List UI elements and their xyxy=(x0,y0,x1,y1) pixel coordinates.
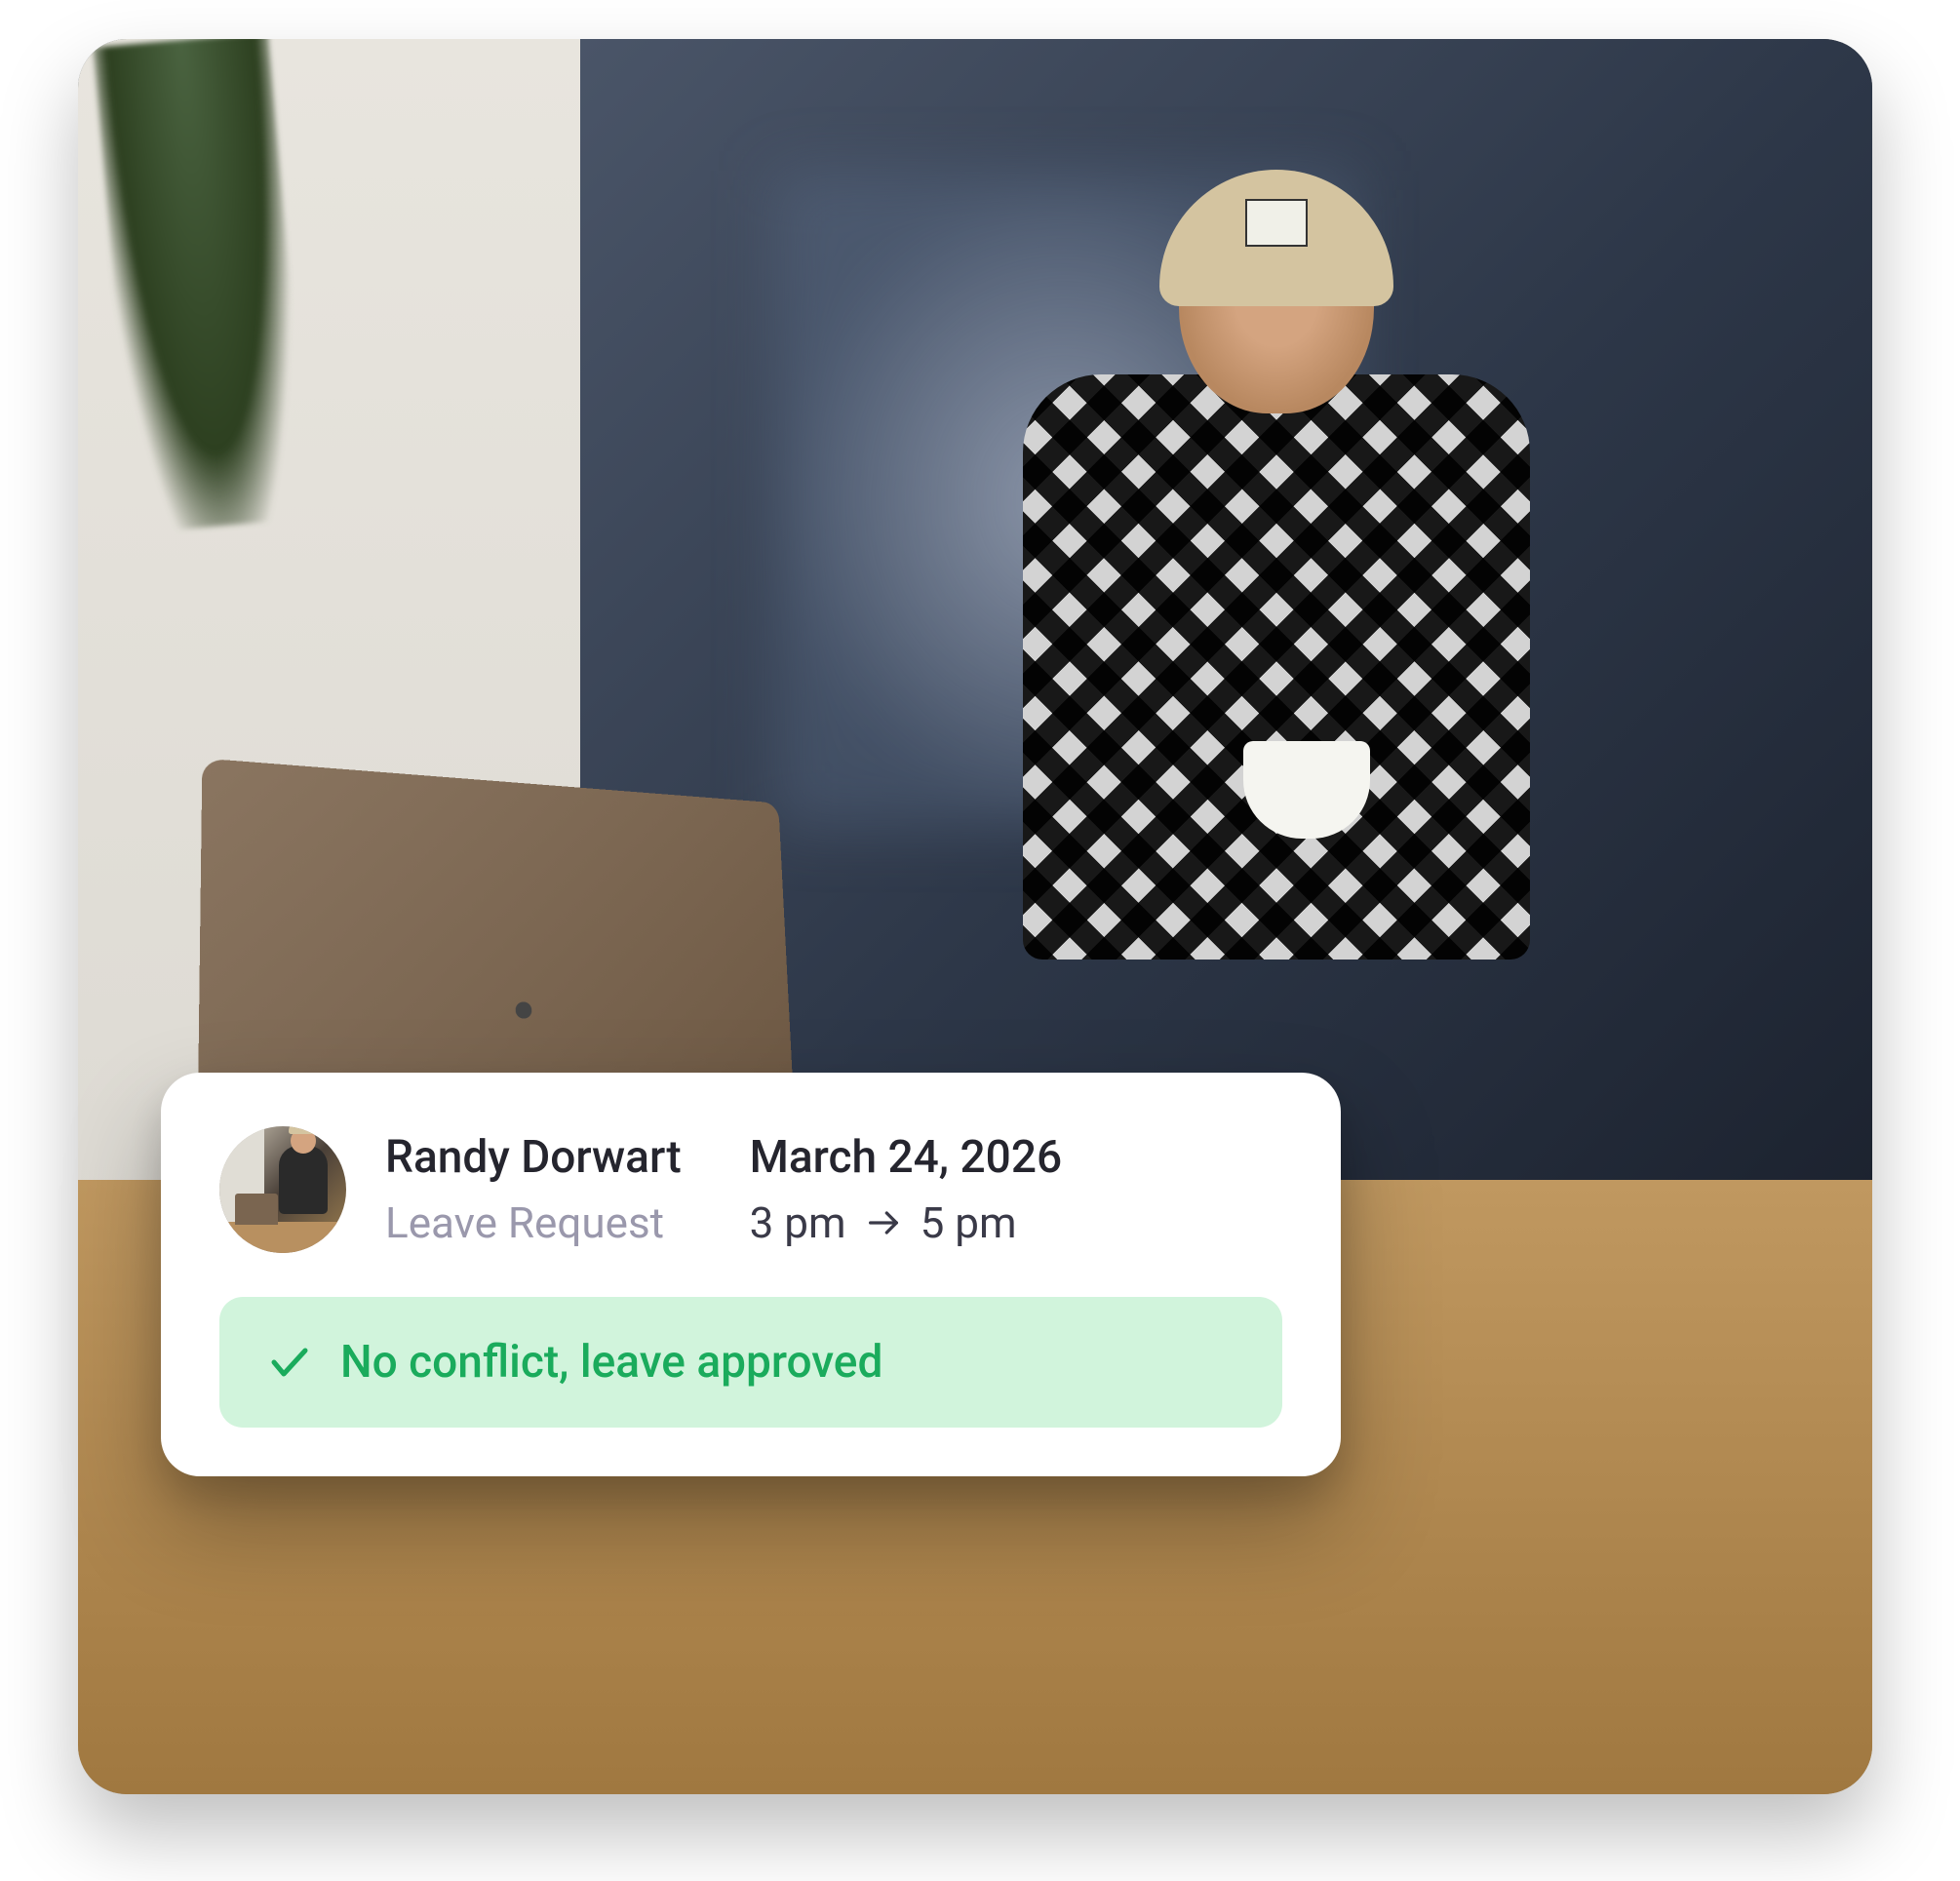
time-end: 5 pm xyxy=(921,1197,1017,1248)
status-text: No conflict, leave approved xyxy=(340,1336,882,1389)
arrow-right-icon xyxy=(864,1203,903,1242)
time-range: 3 pm 5 pm xyxy=(750,1197,1062,1248)
time-start: 3 pm xyxy=(750,1197,846,1248)
hero-photo xyxy=(78,39,1872,1794)
leave-request-card: Randy Dorwart March 24, 2026 Leave Reque… xyxy=(161,1073,1341,1476)
avatar xyxy=(219,1126,346,1253)
check-icon xyxy=(266,1339,313,1386)
card-header: Randy Dorwart March 24, 2026 Leave Reque… xyxy=(219,1126,1282,1253)
status-banner: No conflict, leave approved xyxy=(219,1297,1282,1428)
request-type: Leave Request xyxy=(385,1197,682,1248)
card-info: Randy Dorwart March 24, 2026 Leave Reque… xyxy=(385,1131,1062,1248)
hero-container: Randy Dorwart March 24, 2026 Leave Reque… xyxy=(39,39,1872,1794)
employee-name: Randy Dorwart xyxy=(385,1131,682,1184)
request-date: March 24, 2026 xyxy=(750,1131,1062,1184)
